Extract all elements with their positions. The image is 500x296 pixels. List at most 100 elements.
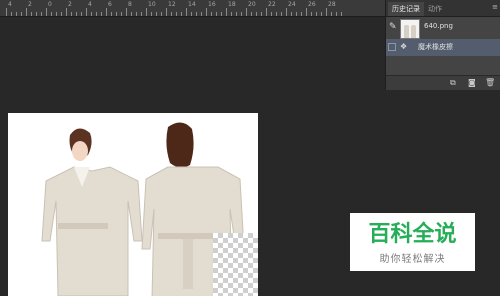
ruler-minor-tick bbox=[316, 12, 317, 16]
ruler-minor-tick bbox=[11, 12, 12, 16]
trash-icon[interactable]: 🗑 bbox=[485, 78, 495, 87]
history-brush-icon[interactable]: ✎ bbox=[389, 22, 397, 32]
ruler-major-tick bbox=[66, 8, 67, 16]
ruler-minor-tick bbox=[96, 12, 97, 16]
snapshot-label: 640.png bbox=[424, 22, 453, 30]
ruler-minor-tick bbox=[216, 12, 217, 16]
ruler-major-tick bbox=[206, 8, 207, 16]
camera-icon[interactable]: ◙ bbox=[468, 78, 476, 87]
ruler-major-tick bbox=[46, 8, 47, 16]
step-label: 魔术橡皮擦 bbox=[418, 43, 453, 51]
panel-tabs: 历史记录 动作 ≡ bbox=[386, 0, 500, 17]
ruler-minor-tick bbox=[291, 12, 292, 16]
ruler-minor-tick bbox=[191, 12, 192, 16]
ruler-minor-tick bbox=[71, 12, 72, 16]
ruler-major-tick bbox=[26, 8, 27, 16]
ruler-minor-tick bbox=[236, 12, 237, 16]
ruler-minor-tick bbox=[296, 12, 297, 16]
ruler-tick-label: 8 bbox=[128, 1, 132, 8]
ruler-minor-tick bbox=[311, 12, 312, 16]
panel-menu-icon[interactable]: ≡ bbox=[492, 3, 498, 11]
ruler-minor-tick bbox=[336, 12, 337, 16]
ruler-minor-tick bbox=[101, 12, 102, 16]
ruler-minor-tick bbox=[281, 12, 282, 16]
ruler-minor-tick bbox=[141, 12, 142, 16]
history-snapshot-row[interactable]: ✎ 640.png bbox=[386, 17, 500, 39]
woman-front-figure bbox=[41, 128, 143, 296]
document-image[interactable] bbox=[8, 113, 258, 296]
magic-eraser-icon: ❖ bbox=[400, 42, 408, 51]
ruler-tick-label: 22 bbox=[268, 1, 276, 8]
ruler-minor-tick bbox=[91, 12, 92, 16]
ruler-tick-label: 14 bbox=[188, 1, 196, 8]
ruler-minor-tick bbox=[156, 12, 157, 16]
ruler-minor-tick bbox=[111, 12, 112, 16]
new-document-from-state-icon[interactable]: ⧉ bbox=[450, 78, 456, 88]
transparent-area bbox=[213, 233, 258, 296]
ruler-minor-tick bbox=[196, 12, 197, 16]
tab-history[interactable]: 历史记录 bbox=[388, 2, 424, 16]
ruler-minor-tick bbox=[81, 12, 82, 16]
ruler-minor-tick bbox=[321, 12, 322, 16]
ruler-tick-label: 4 bbox=[88, 1, 92, 8]
ruler-minor-tick bbox=[121, 12, 122, 16]
watermark-logo: 百科全说 助你轻松解决 bbox=[350, 213, 475, 271]
ruler-minor-tick bbox=[211, 12, 212, 16]
ruler-tick-label: 12 bbox=[168, 1, 176, 8]
ruler-minor-tick bbox=[171, 12, 172, 16]
ruler-minor-tick bbox=[276, 12, 277, 16]
ruler-minor-tick bbox=[31, 12, 32, 16]
ruler-tick-label: 26 bbox=[308, 1, 316, 8]
ruler-major-tick bbox=[286, 8, 287, 16]
ruler-minor-tick bbox=[41, 12, 42, 16]
ruler-minor-tick bbox=[56, 12, 57, 16]
ruler-major-tick bbox=[226, 8, 227, 16]
step-checkbox[interactable] bbox=[388, 43, 396, 51]
ruler-tick-label: 0 bbox=[48, 1, 52, 8]
ruler-minor-tick bbox=[36, 12, 37, 16]
ruler-major-tick bbox=[186, 8, 187, 16]
ruler-major-tick bbox=[86, 8, 87, 16]
ruler-major-tick bbox=[266, 8, 267, 16]
ruler-minor-tick bbox=[76, 12, 77, 16]
panel-bottom-bar: ⧉ ◙ 🗑 bbox=[386, 75, 500, 90]
ruler-minor-tick bbox=[241, 12, 242, 16]
history-step-row[interactable]: ❖ 魔术橡皮擦 bbox=[386, 39, 500, 56]
ruler-major-tick bbox=[306, 8, 307, 16]
canvas-area[interactable] bbox=[0, 17, 385, 296]
ruler-minor-tick bbox=[136, 12, 137, 16]
ruler-tick-label: 28 bbox=[328, 1, 336, 8]
ruler-minor-tick bbox=[221, 12, 222, 16]
watermark-title: 百科全说 bbox=[368, 222, 457, 247]
tab-actions[interactable]: 动作 bbox=[424, 2, 446, 16]
ruler-tick-label: 24 bbox=[288, 1, 296, 8]
ruler-minor-tick bbox=[151, 12, 152, 16]
ruler-minor-tick bbox=[61, 12, 62, 16]
ruler-minor-tick bbox=[271, 12, 272, 16]
ruler-tick-label: 18 bbox=[228, 1, 236, 8]
ruler-minor-tick bbox=[231, 12, 232, 16]
ruler-minor-tick bbox=[251, 12, 252, 16]
ruler-major-tick bbox=[166, 8, 167, 16]
ruler-minor-tick bbox=[331, 12, 332, 16]
ruler-minor-tick bbox=[131, 12, 132, 16]
ruler-tick-label: 4 bbox=[8, 1, 12, 8]
ruler-minor-tick bbox=[21, 12, 22, 16]
ruler-minor-tick bbox=[256, 12, 257, 16]
ruler-major-tick bbox=[6, 8, 7, 16]
ruler-minor-tick bbox=[261, 12, 262, 16]
ruler-minor-tick bbox=[16, 12, 17, 16]
ruler-minor-tick bbox=[181, 12, 182, 16]
ruler-minor-tick bbox=[51, 12, 52, 16]
horizontal-ruler[interactable]: 4 2 0 2 4 6 8 10 12 14 16 18 20 22 24 26 28 bbox=[0, 0, 385, 17]
ruler-tick-label: 2 bbox=[68, 1, 72, 8]
ruler-minor-tick bbox=[201, 12, 202, 16]
ruler-tick-label: 6 bbox=[108, 1, 112, 8]
ruler-minor-tick bbox=[176, 12, 177, 16]
ruler-minor-tick bbox=[341, 12, 342, 16]
ruler-tick-label: 16 bbox=[208, 1, 216, 8]
ruler-tick-label: 2 bbox=[28, 1, 32, 8]
history-panel: 历史记录 动作 ≡ ✎ 640.png ❖ 魔术橡皮擦 ⧉ ◙ 🗑 bbox=[385, 0, 500, 90]
ruler-major-tick bbox=[326, 8, 327, 16]
ruler-major-tick bbox=[146, 8, 147, 16]
